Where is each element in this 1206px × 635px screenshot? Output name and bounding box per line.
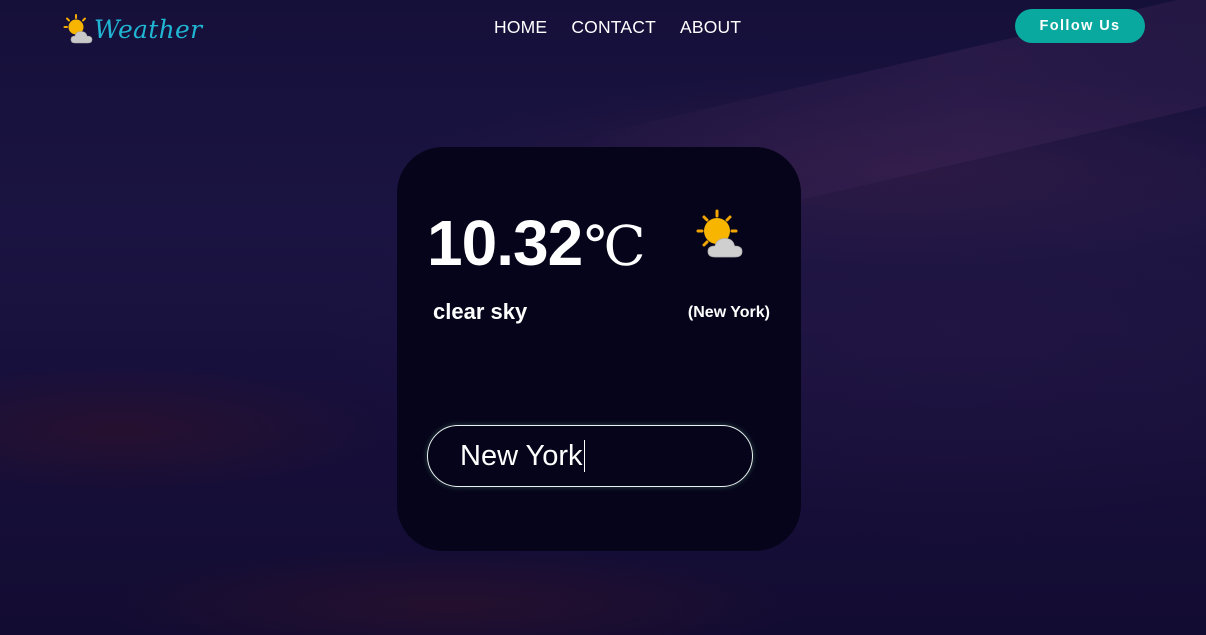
nav-home-link[interactable]: HOME <box>494 15 547 39</box>
page: Weather HOME CONTACT ABOUT Follow Us 10.… <box>0 0 1206 635</box>
weather-card: 10.32℃ clear sky (New York) New York <box>397 147 801 551</box>
nav-contact-link[interactable]: CONTACT <box>571 15 656 39</box>
temperature-readout: 10.32℃ <box>427 203 646 286</box>
text-caret <box>583 440 586 472</box>
city-search-input[interactable]: New York <box>427 425 753 487</box>
logo[interactable]: Weather <box>63 11 202 47</box>
sun-behind-cloud-icon <box>696 209 743 258</box>
temperature-unit: ℃ <box>584 214 646 278</box>
sun-behind-cloud-icon <box>63 14 93 44</box>
nav-about-link[interactable]: ABOUT <box>680 15 741 39</box>
temperature-value: 10.32 <box>427 207 583 279</box>
logo-text: Weather <box>94 14 203 44</box>
follow-us-button[interactable]: Follow Us <box>1015 9 1145 43</box>
city-label: (New York) <box>687 304 770 321</box>
city-search-value: New York <box>460 440 583 472</box>
main-nav: HOME CONTACT ABOUT <box>494 15 741 39</box>
weather-description: clear sky <box>433 299 528 324</box>
